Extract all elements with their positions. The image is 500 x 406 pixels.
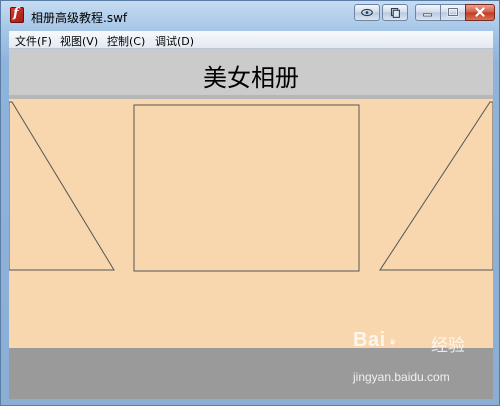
eye-button[interactable] — [354, 4, 380, 21]
paw-icon — [390, 339, 396, 345]
minimize-button[interactable] — [415, 4, 441, 21]
copy-icon — [390, 8, 400, 18]
eye-icon — [361, 8, 373, 17]
menu-view[interactable]: 视图(V) — [60, 33, 98, 49]
watermark-brand-suffix: 经验 — [431, 336, 465, 356]
flash-stage: 美女相册 — [9, 49, 493, 399]
menu-bar: 文件(F) 视图(V) 控制(C) 调试(D) — [9, 31, 493, 49]
right-photo-frame — [379, 101, 493, 271]
watermark-url: jingyan.baidu.com — [353, 370, 450, 384]
copy-button[interactable] — [382, 4, 408, 21]
app-window: 相册高级教程.swf — [0, 0, 500, 406]
close-button[interactable] — [465, 4, 495, 21]
window-title: 相册高级教程.swf — [31, 11, 128, 25]
menu-debug[interactable]: 调试(D) — [155, 33, 194, 49]
maximize-button[interactable] — [440, 4, 466, 21]
close-icon — [475, 7, 485, 17]
left-photo-frame — [9, 101, 115, 271]
flash-player-icon — [10, 6, 24, 23]
center-photo-frame — [133, 104, 360, 272]
menu-file[interactable]: 文件(F) — [15, 33, 52, 49]
photo-frames — [9, 101, 493, 272]
title-bar[interactable]: 相册高级教程.swf — [1, 1, 499, 30]
menu-control[interactable]: 控制(C) — [107, 33, 145, 49]
watermark-brand: Bai — [353, 329, 386, 351]
minimize-icon — [423, 13, 432, 17]
maximize-icon — [447, 7, 459, 17]
